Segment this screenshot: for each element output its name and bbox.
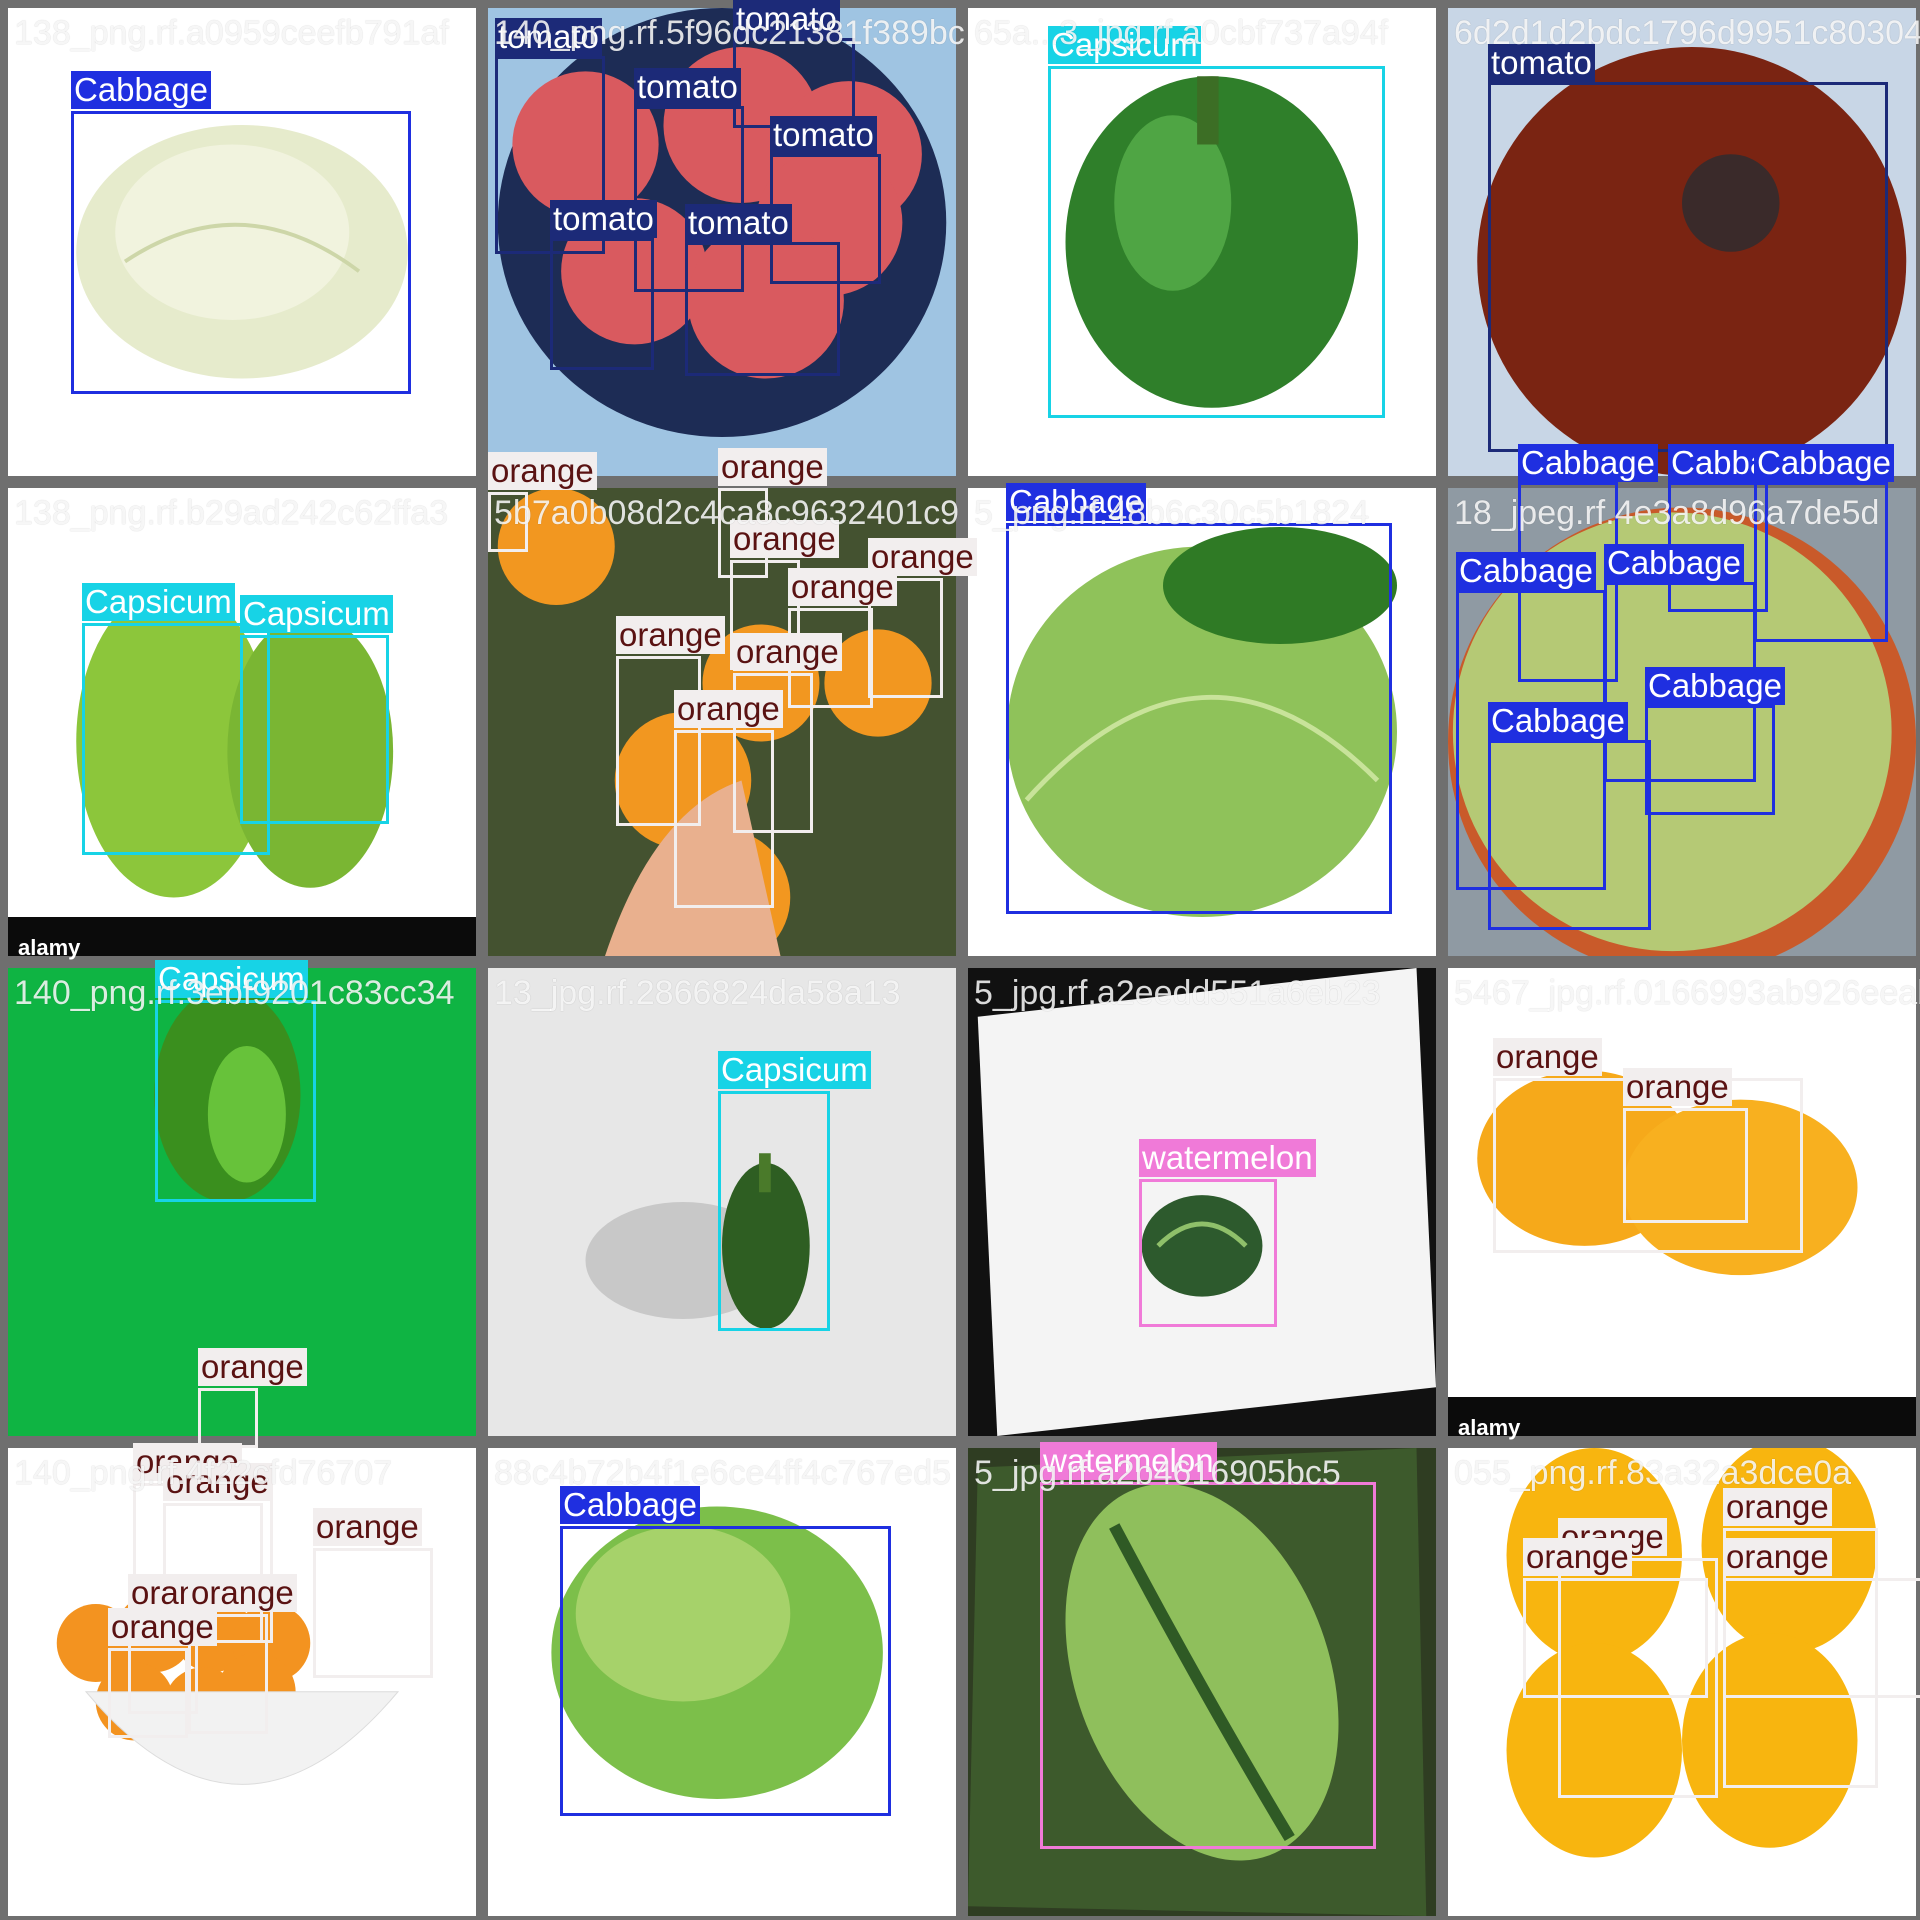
bbox-label: orange [198, 1348, 307, 1386]
bbox-label: orange [733, 633, 842, 671]
image-tile: alamy 5467_jpg.rf.0166993ab926eeab orange o… [1448, 968, 1920, 1440]
bbox-label: Cabbage [1456, 552, 1596, 590]
bbox-label: Cabbage [560, 1486, 700, 1524]
bbox-label: Cabbage [1006, 483, 1146, 521]
bbox-label: orange [1623, 1068, 1732, 1106]
bbox-orange [313, 1548, 433, 1678]
bbox-orange [488, 492, 528, 552]
bbox-label: Capsicum [1048, 26, 1201, 64]
bbox-label: watermelon [1139, 1139, 1316, 1177]
image-tile: 140_png.rf.5f96dc21381f389bc tomato tomato… [488, 0, 965, 476]
bbox-label: Cabbage [1754, 444, 1894, 482]
bbox-tomato [1488, 82, 1888, 452]
bbox-tomato [685, 242, 840, 376]
bbox-watermelon [1139, 1179, 1277, 1327]
image-tile: 5_png.rf.48b6c30c5b1824 Cabbage [968, 483, 1436, 956]
bbox-label: Cabbage [71, 71, 211, 109]
bbox-label: Cabbage [1645, 667, 1785, 705]
image-tile: 5b7a0b08d2c4ca8c9632401c9 orange orange ora… [488, 448, 977, 956]
mosaic-grid: 138_png.rf.a0959ceefb791af Cabbage 140_png… [0, 0, 1920, 1920]
image-tile: 055_png.rf.83a32a3dce0a orange orange orang… [1448, 1448, 1920, 1916]
bbox-cabbage [71, 111, 411, 394]
image-tile: 18_jpeg.rf.4e3a8d96a7de5d Cabbage Cabbage C… [1448, 444, 1916, 956]
bbox-label: Capsicum [718, 1051, 871, 1089]
bbox-cabbage [1754, 482, 1888, 642]
bbox-capsicum [240, 635, 389, 824]
bbox-orange [1523, 1578, 1708, 1698]
bbox-label: tomato [495, 18, 602, 56]
bbox-label: tomato [550, 200, 657, 238]
watermark-text: alamy [18, 935, 81, 960]
bbox-cabbage [560, 1526, 891, 1816]
bbox-label: orange [1723, 1488, 1832, 1526]
bbox-label: tomato [770, 116, 877, 154]
bbox-label: orange [1523, 1538, 1632, 1576]
bbox-orange [198, 1388, 258, 1448]
bbox-capsicum [155, 1000, 316, 1202]
bbox-label: tomato [685, 204, 792, 242]
image-tile: 13_jpg.rf.2866824da58a13 Capsicum [488, 968, 956, 1436]
image-tile: 65a...3_jpg.rf.a0cbf737a94f Capsicum [968, 8, 1436, 476]
image-tile: alamy 138_png.rf.b29ad242c62ffa3 Capsicum C… [8, 488, 476, 960]
bbox-label: orange [313, 1508, 422, 1546]
bbox-label: orange [616, 616, 725, 654]
bbox-label: tomato [634, 68, 741, 106]
bbox-tomato [550, 238, 654, 370]
bbox-label: orange [788, 568, 897, 606]
bbox-capsicum [718, 1091, 830, 1331]
bbox-orange [108, 1648, 188, 1738]
bbox-label: tomato [733, 0, 840, 38]
image-tile: 140_png.rf.4f22cfd76707 orange orange orang… [8, 1348, 476, 1916]
bbox-label: Capsicum [240, 595, 393, 633]
bbox-label: orange [163, 1463, 272, 1501]
bbox-cabbage [1006, 523, 1392, 914]
image-tile: 5_jpg.rf.a2b4616905bc5 watermelon [968, 1442, 1436, 1916]
bbox-label: Capsicum [155, 960, 308, 998]
image-tile: 5_jpg.rf.a2eedd551a6eb23 watermelon [968, 968, 1436, 1436]
bbox-label: Cabbage [1604, 544, 1744, 582]
image-tile: 6d2d1d2bdc1796d9951c80304 tomato [1448, 8, 1920, 476]
bbox-label: orange [730, 520, 839, 558]
bbox-watermelon [1040, 1482, 1376, 1849]
bbox-cabbage [1488, 740, 1651, 930]
bbox-cabbage [1645, 705, 1775, 815]
bbox-orange [1623, 1108, 1748, 1223]
bbox-label: orange [718, 448, 827, 486]
watermark-text: alamy [1458, 1415, 1521, 1440]
bbox-label: Cabbage [1518, 444, 1658, 482]
bbox-label: orange [674, 690, 783, 728]
bbox-label: orange [488, 452, 597, 490]
bbox-label: orange [1493, 1038, 1602, 1076]
bbox-label: Capsicum [82, 583, 235, 621]
bbox-label: orange [1723, 1538, 1832, 1576]
bbox-orange [1723, 1578, 1920, 1698]
bbox-orange [674, 730, 774, 908]
bbox-label: orange [188, 1574, 297, 1612]
bbox-label: Cabbage [1488, 702, 1628, 740]
image-tile: 88c4b72b4f1e6ce4ff4c767ed5 Cabbage [488, 1448, 956, 1916]
bbox-label: tomato [1488, 44, 1595, 82]
bbox-label: orange [108, 1608, 217, 1646]
bbox-tomato [733, 38, 855, 128]
bbox-capsicum [1048, 66, 1385, 418]
bbox-label: watermelon [1040, 1442, 1217, 1480]
image-tile: 138_png.rf.a0959ceefb791af Cabbage [8, 8, 476, 476]
